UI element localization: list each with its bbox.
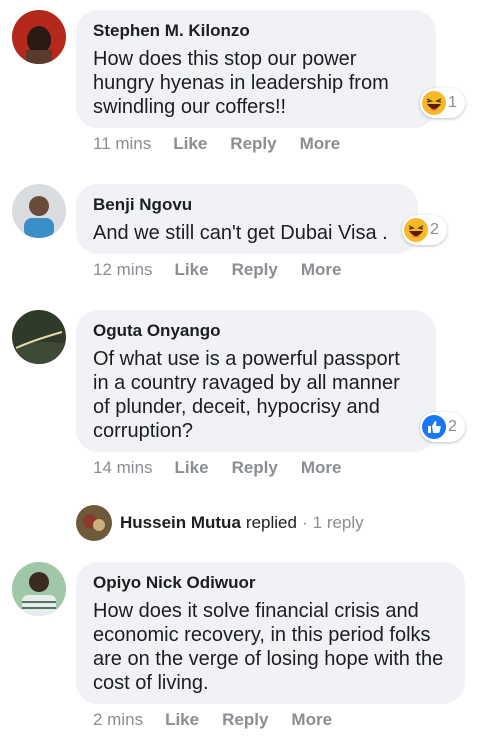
comment-actions: 11 mins Like Reply More bbox=[93, 134, 363, 154]
comment-time[interactable]: 14 mins bbox=[93, 458, 153, 478]
more-button[interactable]: More bbox=[301, 458, 342, 478]
separator: · bbox=[301, 513, 308, 532]
comment-time[interactable]: 11 mins bbox=[93, 134, 151, 154]
avatar[interactable] bbox=[12, 562, 66, 616]
thumbs-up-like-icon bbox=[422, 415, 446, 439]
reply-summary[interactable]: Hussein Mutua replied · 1 reply bbox=[76, 505, 364, 541]
reaction-count: 2 bbox=[430, 221, 439, 238]
comment-author[interactable]: Benji Ngovu bbox=[93, 194, 400, 216]
comment-bubble: Stephen M. Kilonzo How does this stop ou… bbox=[76, 10, 436, 128]
reply-button[interactable]: Reply bbox=[222, 710, 268, 730]
comment-actions: 2 mins Like Reply More bbox=[93, 710, 355, 730]
comment-author[interactable]: Stephen M. Kilonzo bbox=[93, 20, 418, 42]
reply-button[interactable]: Reply bbox=[232, 260, 278, 280]
reaction-badge[interactable]: 1 bbox=[420, 88, 465, 118]
reaction-count: 1 bbox=[448, 94, 457, 111]
comment-text: And we still can't get Dubai Visa . bbox=[93, 222, 388, 244]
more-button[interactable]: More bbox=[291, 710, 332, 730]
reaction-count: 2 bbox=[448, 418, 457, 435]
avatar bbox=[76, 505, 112, 541]
comment-bubble: Oguta Onyango Of what use is a powerful … bbox=[76, 310, 436, 452]
comment-actions: 14 mins Like Reply More bbox=[93, 458, 364, 478]
like-button[interactable]: Like bbox=[175, 260, 209, 280]
reaction-badge[interactable]: 2 bbox=[420, 412, 465, 442]
comment-author[interactable]: Oguta Onyango bbox=[93, 320, 418, 342]
comment-time[interactable]: 2 mins bbox=[93, 710, 143, 730]
avatar[interactable] bbox=[12, 184, 66, 238]
comment-text: How does it solve financial crisis and e… bbox=[93, 600, 444, 694]
comment-time[interactable]: 12 mins bbox=[93, 260, 153, 280]
reply-count[interactable]: 1 reply bbox=[313, 513, 364, 533]
more-button[interactable]: More bbox=[301, 260, 342, 280]
reply-author[interactable]: Hussein Mutua bbox=[120, 513, 241, 533]
avatar[interactable] bbox=[12, 310, 66, 364]
like-button[interactable]: Like bbox=[173, 134, 207, 154]
comment-bubble: Opiyo Nick Odiwuor How does it solve fin… bbox=[76, 562, 465, 704]
haha-emoji-icon bbox=[404, 218, 428, 242]
haha-emoji-icon bbox=[422, 91, 446, 115]
avatar[interactable] bbox=[12, 10, 66, 64]
comment-bubble: Benji Ngovu And we still can't get Dubai… bbox=[76, 184, 418, 254]
like-button[interactable]: Like bbox=[175, 458, 209, 478]
reply-button[interactable]: Reply bbox=[230, 134, 276, 154]
comment-text: How does this stop our power hungry hyen… bbox=[93, 48, 389, 118]
reaction-badge[interactable]: 2 bbox=[402, 215, 447, 245]
comment-text: Of what use is a powerful passport in a … bbox=[93, 348, 400, 442]
like-button[interactable]: Like bbox=[165, 710, 199, 730]
comment-author[interactable]: Opiyo Nick Odiwuor bbox=[93, 572, 447, 594]
more-button[interactable]: More bbox=[300, 134, 341, 154]
comment-actions: 12 mins Like Reply More bbox=[93, 260, 364, 280]
reply-verb: replied bbox=[245, 513, 297, 532]
reply-button[interactable]: Reply bbox=[232, 458, 278, 478]
